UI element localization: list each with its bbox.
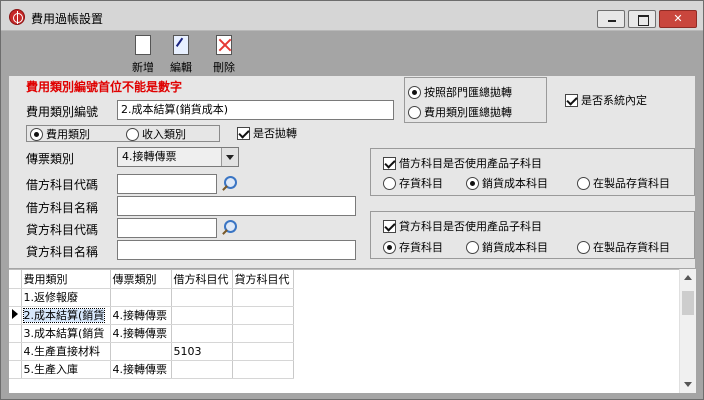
category-code-input[interactable]: 2.成本結算(銷貨成本) [117, 100, 394, 120]
cell-debit[interactable] [171, 306, 233, 325]
table-row[interactable]: 1.返修報廢 [9, 288, 294, 307]
cell-credit[interactable] [232, 324, 294, 343]
new-label: 新增 [132, 61, 154, 74]
scroll-thumb[interactable] [682, 291, 694, 315]
expense-type-radio[interactable]: 費用類別 [30, 126, 90, 142]
credit-code-input[interactable] [117, 218, 217, 238]
credit-subaccount-checkbox[interactable]: 貸方科目是否使用產品子科目 [383, 218, 542, 234]
search-icon[interactable] [221, 220, 237, 236]
cell-debit[interactable] [171, 324, 233, 343]
cell-category[interactable]: 2.成本結算(銷貨 [21, 306, 111, 325]
scroll-down-icon[interactable] [684, 382, 692, 387]
debit-name-input[interactable] [117, 196, 356, 216]
cell-category[interactable]: 5.生產入庫 [21, 360, 111, 379]
debit-inventory-radio[interactable]: 存貨科目 [383, 175, 443, 191]
grid-header-voucher[interactable]: 傳票類別 [110, 270, 172, 289]
credit-name-label: 貸方科目名稱 [26, 245, 99, 259]
cell-voucher[interactable]: 4.接轉傳票 [110, 324, 172, 343]
cell-voucher[interactable] [110, 288, 172, 307]
title-bar: 費用過帳設置 ✕ [1, 1, 703, 31]
debit-subaccount-checkbox[interactable]: 借方科目是否使用產品子科目 [383, 155, 542, 171]
maximize-button[interactable] [628, 10, 656, 28]
new-document-icon [135, 35, 151, 55]
delete-button[interactable]: 刪除 [207, 35, 241, 75]
close-button[interactable]: ✕ [659, 10, 697, 28]
cell-debit[interactable] [171, 288, 233, 307]
cell-credit[interactable] [232, 360, 294, 379]
voucher-type-value: 4.接轉傳票 [122, 150, 177, 163]
new-button[interactable]: 新增 [126, 35, 160, 75]
cell-voucher[interactable]: 4.接轉傳票 [110, 306, 172, 325]
window-title: 費用過帳設置 [31, 12, 104, 26]
grid-header-credit[interactable]: 貸方科目代 [232, 270, 294, 289]
minimize-button[interactable] [597, 10, 625, 28]
edit-button[interactable]: 編輯 [164, 35, 198, 75]
cell-category[interactable]: 4.生產直接材料 [21, 342, 111, 361]
credit-inventory-radio[interactable]: 存貨科目 [383, 239, 443, 255]
search-icon[interactable] [221, 176, 237, 192]
grid-header-category[interactable]: 費用類別 [21, 270, 111, 289]
cell-voucher[interactable]: 4.接轉傳票 [110, 360, 172, 379]
voucher-type-select[interactable]: 4.接轉傳票 [117, 147, 239, 167]
delete-document-icon [216, 35, 232, 55]
delete-label: 刪除 [213, 61, 235, 74]
debit-cost-radio[interactable]: 銷貨成本科目 [466, 175, 548, 191]
credit-cost-radio[interactable]: 銷貨成本科目 [466, 239, 548, 255]
cell-credit[interactable] [232, 342, 294, 361]
grid-vertical-scrollbar[interactable] [679, 269, 696, 393]
edit-document-icon [173, 35, 189, 55]
app-window: 費用過帳設置 ✕ 新增 編輯 刪除 費用類別編號首位不能是數字 費用類別編號 2… [0, 0, 704, 400]
grid-header-row: 費用類別 傳票類別 借方科目代 貸方科目代 [9, 270, 294, 289]
table-row[interactable]: 3.成本結算(銷貨 4.接轉傳票 [9, 324, 294, 343]
grid-header-debit[interactable]: 借方科目代 [171, 270, 233, 289]
cell-credit[interactable] [232, 306, 294, 325]
summary-by-dept-radio[interactable]: 按照部門匯總拋轉 [408, 84, 512, 100]
scroll-up-icon[interactable] [684, 275, 692, 280]
edit-label: 編輯 [170, 61, 192, 74]
warning-text: 費用類別編號首位不能是數字 [26, 80, 183, 94]
cell-debit[interactable] [171, 360, 233, 379]
table-row[interactable]: 4.生產直接材料 5103 [9, 342, 294, 361]
debit-code-label: 借方科目代碼 [26, 178, 99, 192]
debit-wip-radio[interactable]: 在製品存貨科目 [577, 175, 670, 191]
voucher-type-label: 傳票類別 [26, 152, 75, 166]
credit-wip-radio[interactable]: 在製品存貨科目 [577, 239, 670, 255]
system-builtin-checkbox[interactable]: 是否系統內定 [565, 92, 647, 108]
app-globe-icon [9, 9, 25, 25]
expense-grid: 費用類別 傳票類別 借方科目代 貸方科目代 1.返修報廢 2.成本結算(銷貨 4… [9, 269, 695, 393]
income-type-radio[interactable]: 收入類別 [126, 126, 186, 142]
table-row[interactable]: 5.生產入庫 4.接轉傳票 [9, 360, 294, 379]
credit-code-label: 貸方科目代碼 [26, 223, 99, 237]
category-code-label: 費用類別編號 [26, 105, 99, 119]
debit-name-label: 借方科目名稱 [26, 201, 99, 215]
cell-credit[interactable] [232, 288, 294, 307]
auto-transfer-checkbox[interactable]: 是否拋轉 [237, 125, 297, 141]
debit-code-input[interactable] [117, 174, 217, 194]
row-pointer-icon [9, 306, 22, 325]
cell-debit[interactable]: 5103 [171, 342, 233, 361]
cell-voucher[interactable] [110, 342, 172, 361]
credit-name-input[interactable] [117, 240, 356, 260]
chevron-down-icon[interactable] [221, 148, 238, 166]
cell-category[interactable]: 3.成本結算(銷貨 [21, 324, 111, 343]
table-row[interactable]: 2.成本結算(銷貨 4.接轉傳票 [9, 306, 294, 325]
summary-by-category-radio[interactable]: 費用類別匯總拋轉 [408, 104, 512, 120]
cell-category[interactable]: 1.返修報廢 [21, 288, 111, 307]
